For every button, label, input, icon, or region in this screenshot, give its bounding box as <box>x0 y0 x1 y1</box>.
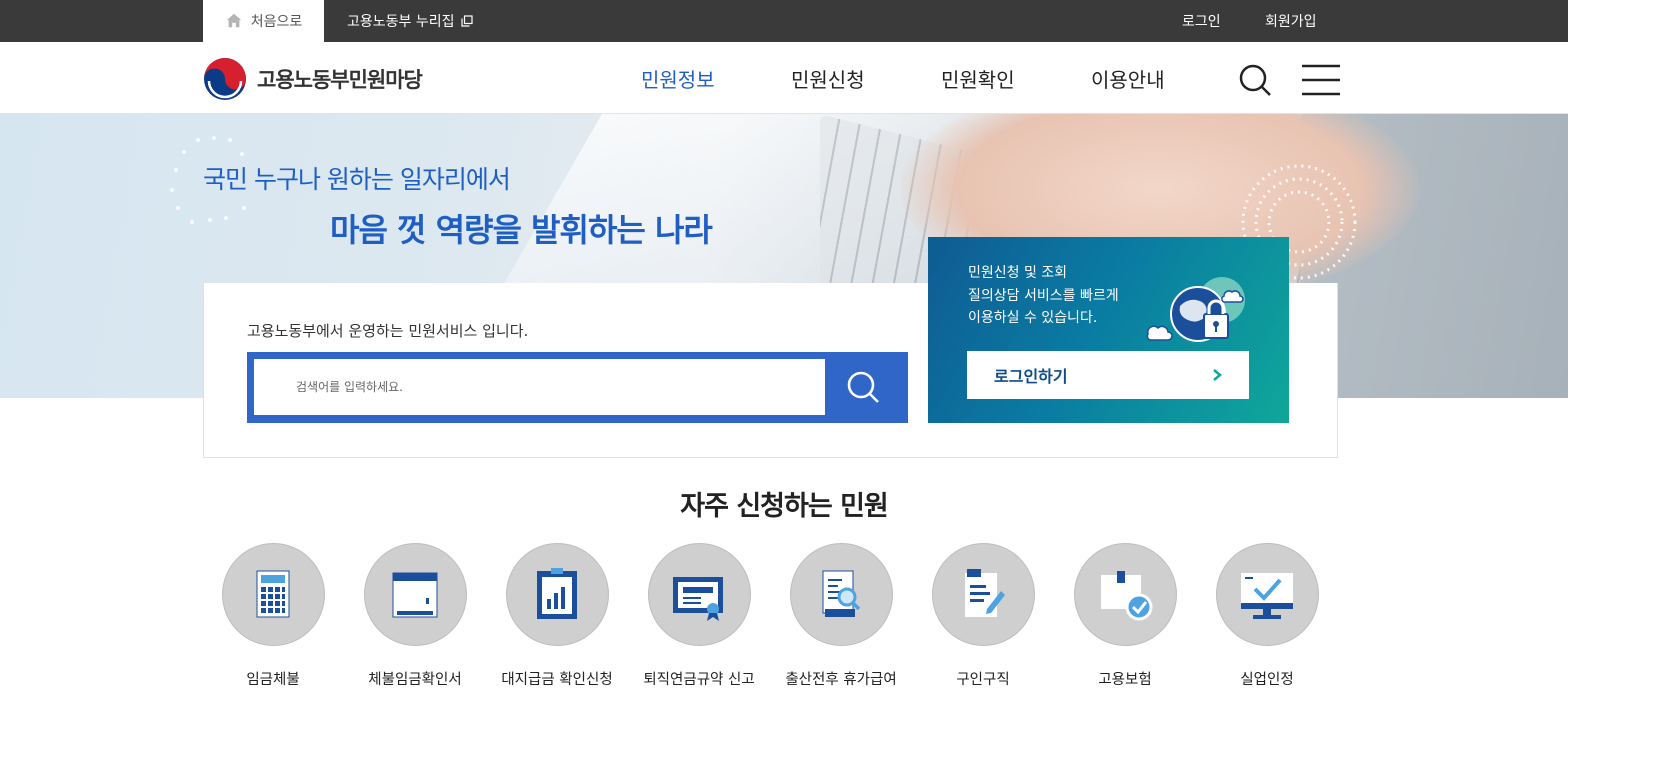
frequent-item-employment-insurance[interactable]: 고용보험 <box>1050 543 1200 689</box>
frequent-item-pension-report[interactable]: 퇴직연금규약 신고 <box>624 543 774 689</box>
chart-report-icon <box>537 567 577 619</box>
document-search-icon <box>822 570 861 617</box>
menu-civil-apply[interactable]: 민원신청 <box>791 42 865 114</box>
frequent-item-substitute-payment[interactable]: 대지급금 확인신청 <box>482 543 632 689</box>
home-icon <box>226 13 241 28</box>
frequent-item-label: 출산전후 휴가급여 <box>785 672 897 688</box>
login-card-description: 민원신청 및 조회 질의상담 서비스를 빠르게 이용하실 수 있습니다. <box>968 262 1148 330</box>
login-button[interactable]: 로그인하기 <box>967 351 1249 399</box>
hero-headline-line2: 마음 껏 역량을 발휘하는 나라 <box>330 211 713 249</box>
signup-link-label: 회원가입 <box>1265 14 1317 30</box>
frequent-item-label: 임금체불 <box>246 672 300 688</box>
login-button-label: 로그인하기 <box>994 367 1068 386</box>
top-utility-bar: 처음으로 고용노동부 누리집 로그인 회원가입 <box>0 0 1568 42</box>
insurance-check-icon <box>1101 570 1153 620</box>
login-card-line: 질의상담 서비스를 빠르게 <box>968 287 1119 304</box>
search-description: 고용노동부에서 운영하는 민원서비스 입니다. <box>247 322 529 340</box>
frequent-item-job-seeking[interactable]: 구인구직 <box>908 543 1058 689</box>
hero-headline-line1: 국민 누구나 원하는 일자리에서 <box>203 165 511 194</box>
chevron-right-icon <box>1213 369 1222 381</box>
frequent-item-label: 퇴직연금규약 신고 <box>643 672 755 688</box>
search-input[interactable] <box>254 359 825 415</box>
frequent-item-label: 체불임금확인서 <box>368 672 462 688</box>
frequent-item-wage-arrears[interactable]: 임금체불 <box>198 543 348 689</box>
hamburger-menu-icon[interactable] <box>1302 62 1340 98</box>
external-link-icon <box>460 15 473 27</box>
frequent-item-label: 고용보험 <box>1098 672 1152 688</box>
frequent-item-maternity-benefit[interactable]: 출산전후 휴가급여 <box>766 543 916 689</box>
document-edit-icon <box>965 568 1005 617</box>
frequent-item-label: 실업인정 <box>1240 672 1294 688</box>
ministry-site-link[interactable]: 고용노동부 누리집 <box>347 0 473 42</box>
login-link-label: 로그인 <box>1182 14 1221 30</box>
login-card-line: 이용하실 수 있습니다. <box>968 310 1098 326</box>
menu-civil-check[interactable]: 민원확인 <box>941 42 1015 114</box>
home-link[interactable]: 처음으로 <box>203 0 324 42</box>
monitor-check-icon <box>1241 572 1293 619</box>
frequent-services-title: 자주 신청하는 민원 <box>680 491 889 522</box>
home-link-label: 처음으로 <box>250 14 303 30</box>
signup-link[interactable]: 회원가입 <box>1265 0 1317 42</box>
login-card-line: 민원신청 및 조회 <box>968 265 1068 281</box>
globe-lock-illustration <box>1146 277 1245 342</box>
logo-text: 고용노동부민원마당 <box>257 68 423 92</box>
frequent-item-label: 구인구직 <box>956 672 1010 688</box>
search-submit-icon <box>847 371 879 403</box>
taegeuk-logo-icon <box>204 58 246 100</box>
frequent-item-unemployment-recognition[interactable]: 실업인정 <box>1192 543 1342 689</box>
ministry-site-label: 고용노동부 누리집 <box>347 14 455 30</box>
certificate-icon <box>673 576 723 621</box>
site-logo[interactable]: 고용노동부민원마당 <box>203 57 423 101</box>
site-header: 고용노동부민원마당 민원정보 민원신청 민원확인 이용안내 <box>0 42 1568 114</box>
calculator-icon <box>256 570 290 617</box>
search-submit-button[interactable] <box>825 359 901 415</box>
document-box-icon <box>392 572 438 617</box>
frequent-item-wage-confirmation[interactable]: 체불임금확인서 <box>340 543 490 689</box>
search-icon[interactable] <box>1237 62 1273 98</box>
menu-guide[interactable]: 이용안내 <box>1091 42 1165 114</box>
login-link[interactable]: 로그인 <box>1182 0 1221 42</box>
menu-civil-info[interactable]: 민원정보 <box>641 42 715 114</box>
frequent-item-label: 대지급금 확인신청 <box>501 672 613 688</box>
